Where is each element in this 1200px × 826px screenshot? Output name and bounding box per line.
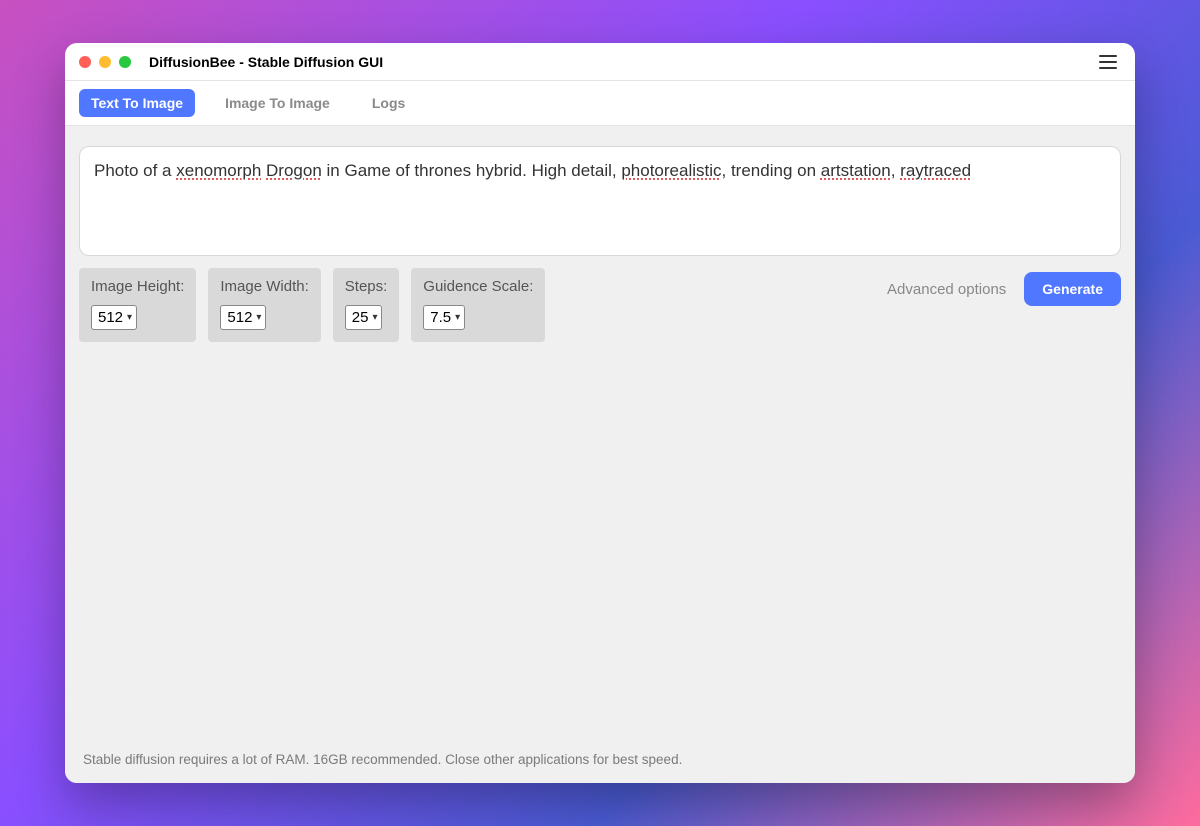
hamburger-menu-icon[interactable] [1099, 55, 1117, 69]
app-title: DiffusionBee - Stable Diffusion GUI [149, 54, 383, 70]
tab-image-to-image[interactable]: Image To Image [213, 89, 342, 117]
param-label: Image Width: [220, 278, 308, 295]
param-guidance: Guidence Scale: 7.5 ▾ [411, 268, 545, 342]
tab-text-to-image[interactable]: Text To Image [79, 89, 195, 117]
select-value: 512 [227, 309, 252, 326]
image-width-select[interactable]: 512 ▾ [220, 305, 266, 330]
tab-logs[interactable]: Logs [360, 89, 417, 117]
titlebar: DiffusionBee - Stable Diffusion GUI [65, 43, 1135, 81]
chevron-down-icon: ▾ [372, 312, 377, 323]
prompt-input[interactable]: Photo of a xenomorph Drogon in Game of t… [79, 146, 1121, 256]
select-value: 25 [352, 309, 369, 326]
guidance-select[interactable]: 7.5 ▾ [423, 305, 465, 330]
select-value: 512 [98, 309, 123, 326]
footer-note: Stable diffusion requires a lot of RAM. … [83, 752, 682, 767]
param-label: Guidence Scale: [423, 278, 533, 295]
content-area: Photo of a xenomorph Drogon in Game of t… [65, 126, 1135, 783]
app-window: DiffusionBee - Stable Diffusion GUI Text… [65, 43, 1135, 783]
param-steps: Steps: 25 ▾ [333, 268, 400, 342]
advanced-options-link[interactable]: Advanced options [887, 281, 1006, 298]
fullscreen-icon[interactable] [119, 56, 131, 68]
chevron-down-icon: ▾ [455, 312, 460, 323]
traffic-lights [79, 56, 131, 68]
param-label: Steps: [345, 278, 388, 295]
generate-button[interactable]: Generate [1024, 272, 1121, 306]
image-height-select[interactable]: 512 ▾ [91, 305, 137, 330]
param-label: Image Height: [91, 278, 184, 295]
minimize-icon[interactable] [99, 56, 111, 68]
chevron-down-icon: ▾ [256, 312, 261, 323]
param-image-width: Image Width: 512 ▾ [208, 268, 320, 342]
tabbar: Text To Image Image To Image Logs [65, 81, 1135, 126]
param-image-height: Image Height: 512 ▾ [79, 268, 196, 342]
select-value: 7.5 [430, 309, 451, 326]
controls-row: Image Height: 512 ▾ Image Width: 512 ▾ S… [79, 268, 1121, 342]
chevron-down-icon: ▾ [127, 312, 132, 323]
close-icon[interactable] [79, 56, 91, 68]
steps-select[interactable]: 25 ▾ [345, 305, 383, 330]
right-controls: Advanced options Generate [887, 268, 1121, 306]
